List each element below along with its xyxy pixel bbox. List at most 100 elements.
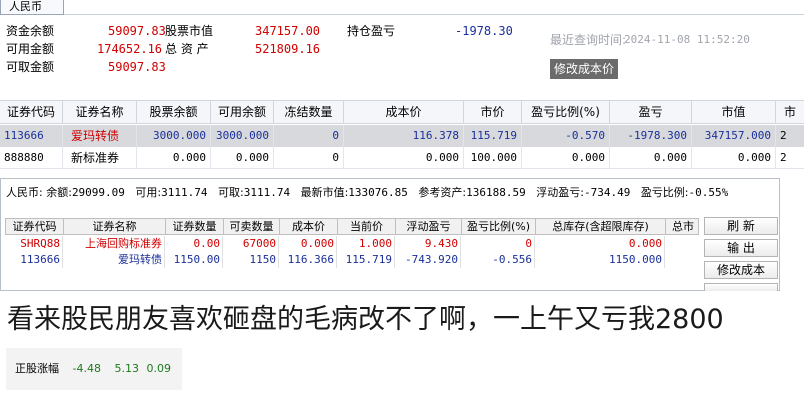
latest-value-value: 133076.85	[348, 186, 408, 199]
col-pl[interactable]: 盈亏	[610, 101, 692, 123]
float-pl-label: 浮动盈亏:	[536, 186, 584, 199]
table-row[interactable]: 888880 新标准券 0.000 0.000 0 0.000 100.000 …	[0, 147, 804, 169]
cell-cost: 116.366	[279, 252, 337, 268]
cell-name: 爱玛转债	[63, 125, 137, 147]
modify-cost-button-2[interactable]: 修改成本	[704, 261, 778, 279]
position-pl-value: -1978.30	[455, 24, 513, 38]
col-total-market[interactable]: 总市	[666, 219, 700, 234]
stock-value-label: 股票市值	[165, 24, 214, 38]
cell-current-price: 1.000	[337, 236, 395, 252]
cell-market: 2	[780, 129, 787, 142]
rise-label: 正股涨幅	[15, 362, 59, 375]
col-total-stock[interactable]: 总库存(含超限库存)	[536, 219, 666, 234]
export-button[interactable]: 输 出	[704, 239, 778, 257]
cell-name: 新标准券	[63, 147, 137, 169]
col-price[interactable]: 市价	[464, 101, 522, 123]
stock-rise-box: 正股涨幅 -4.48 5.13 0.09	[6, 348, 182, 390]
balance-label: 余额:	[46, 186, 72, 199]
table-row[interactable]: 113666 爱玛转债 3000.000 3000.000 0 116.378 …	[0, 125, 804, 147]
balance-value: 29099.09	[71, 186, 125, 199]
position-pl-label: 持仓盈亏	[347, 24, 396, 38]
cell-market-value: 0.000	[692, 147, 776, 169]
col-code[interactable]: 证券代码	[6, 219, 64, 234]
available-value: 3111.74	[161, 186, 208, 199]
cell-pl: 0.000	[610, 147, 692, 169]
available-label: 可用:	[135, 186, 162, 199]
cell-name: 爱玛转债	[63, 252, 165, 268]
cash-balance-value: 59097.83	[108, 24, 166, 38]
tab-rmb[interactable]: 人民币	[0, 0, 64, 15]
positions-table-header: 证券代码 证券名称 股票余额 可用余额 冻结数量 成本价 市价 盈亏比例(%) …	[0, 100, 804, 124]
ref-assets-value: 136188.59	[466, 186, 526, 199]
col-code[interactable]: 证券代码	[0, 101, 63, 123]
col-pl-ratio[interactable]: 盈亏比例(%)	[522, 101, 610, 123]
partial-button[interactable]	[704, 283, 778, 291]
cell-cost: 0.000	[279, 236, 337, 252]
cell-cost: 116.378	[344, 125, 464, 147]
withdrawable-label: 可取金额	[6, 60, 55, 74]
cell-available: 3000.000	[211, 125, 274, 147]
last-query-time: 2024-11-08 11:52:20	[624, 33, 750, 46]
col-name[interactable]: 证券名称	[64, 219, 166, 234]
cell-pl-ratio: -0.570	[522, 125, 610, 147]
col-available[interactable]: 可用余额	[211, 101, 274, 123]
ref-assets-label: 参考资产:	[418, 186, 467, 199]
tab-divider	[64, 14, 804, 15]
col-name[interactable]: 证券名称	[63, 101, 137, 123]
available-label: 可用金额	[6, 42, 55, 56]
pl-ratio-label: 盈亏比例:	[640, 186, 689, 199]
available-value: 174652.16	[97, 42, 163, 56]
total-assets-label: 总 资 产	[165, 42, 209, 56]
cell-total-stock: 1150.000	[535, 252, 665, 268]
cell-cost: 0.000	[344, 147, 464, 169]
rise-value-3: 0.09	[146, 362, 171, 375]
cell-price: 100.000	[464, 147, 522, 169]
cell-pl-ratio: -0.556	[461, 252, 535, 268]
pl-ratio-value: -0.55%	[688, 186, 729, 199]
latest-value-label: 最新市值:	[300, 186, 349, 199]
table-row[interactable]: SHRQ88 上海回购标准券 0.00 67000 0.000 1.000 9.…	[5, 236, 699, 252]
refresh-button[interactable]: 刷 新	[704, 217, 778, 235]
cell-current-price: 115.719	[337, 252, 395, 268]
cell-pl: -1978.300	[610, 125, 692, 147]
cell-float-pl: -743.920	[395, 252, 461, 268]
withdrawable-label: 可取:	[218, 186, 244, 199]
cell-total-market	[665, 252, 699, 268]
col-sellable[interactable]: 可卖数量	[224, 219, 280, 234]
cash-balance-label: 资金余额	[6, 24, 55, 38]
rise-value-1: -4.48	[72, 362, 101, 375]
col-market[interactable]: 市	[776, 101, 804, 123]
col-pl-ratio[interactable]: 盈亏比例(%)	[462, 219, 536, 234]
col-stock-balance[interactable]: 股票余额	[137, 101, 211, 123]
col-cost[interactable]: 成本价	[344, 101, 464, 123]
cell-sellable: 1150	[223, 252, 279, 268]
col-frozen[interactable]: 冻结数量	[274, 101, 344, 123]
col-float-pl[interactable]: 浮动盈亏	[396, 219, 462, 234]
cell-price: 115.719	[464, 125, 522, 147]
total-assets-value: 521809.16	[255, 42, 321, 56]
col-current-price[interactable]: 当前价	[338, 219, 396, 234]
withdrawable-value: 3111.74	[243, 186, 291, 199]
cell-name: 上海回购标准券	[63, 236, 165, 252]
col-cost[interactable]: 成本价	[280, 219, 338, 234]
rise-value-2: 5.13	[114, 362, 139, 375]
cell-frozen: 0	[274, 125, 344, 147]
cell-code: 888880	[0, 147, 63, 169]
cell-code: 113666	[5, 252, 63, 268]
cell-pl-ratio: 0	[461, 236, 535, 252]
table-row[interactable]: 113666 爱玛转债 1150.00 1150 116.366 115.719…	[5, 252, 699, 268]
cell-market-value: 347157.000	[692, 125, 776, 147]
col-quantity[interactable]: 证券数量	[166, 219, 224, 234]
cell-stock-balance: 3000.000	[137, 125, 211, 147]
col-market-value[interactable]: 市值	[692, 101, 776, 123]
cell-market: 2	[780, 151, 787, 164]
cell-quantity: 0.00	[165, 236, 223, 252]
cell-stock-balance: 0.000	[137, 147, 211, 169]
withdrawable-value: 59097.83	[108, 60, 166, 74]
cell-sellable: 67000	[223, 236, 279, 252]
modify-cost-button[interactable]: 修改成本价	[550, 59, 618, 79]
currency-label: 人民币:	[6, 186, 43, 199]
post-caption: 看来股民朋友喜欢砸盘的毛病改不了啊，一上午又亏我2800	[7, 304, 724, 335]
last-query-label: 最近查询时间:	[550, 33, 627, 47]
cell-quantity: 1150.00	[165, 252, 223, 268]
